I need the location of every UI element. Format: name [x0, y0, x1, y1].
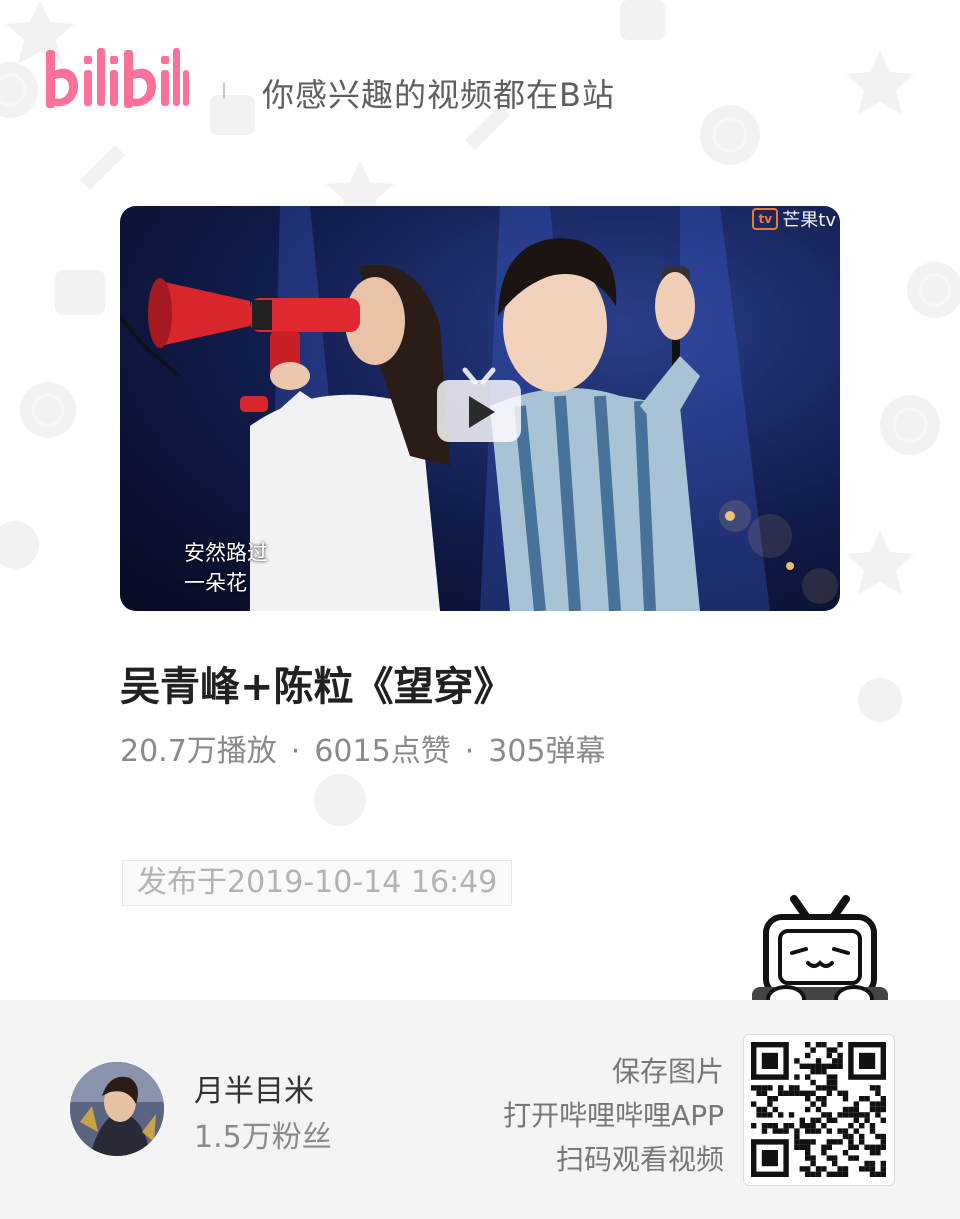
- watermark: tv 芒果tv: [752, 206, 836, 232]
- qr-code-pattern: [751, 1042, 886, 1177]
- uploader-name[interactable]: 月半目米: [194, 1066, 314, 1110]
- open-app-hint: 打开哔哩哔哩APP: [503, 1099, 724, 1132]
- footer: 月半目米 1.5万粉丝 保存图片 打开哔哩哔哩APP 扫码观看视频: [0, 1000, 960, 1219]
- like-count: 6015点赞: [314, 734, 451, 769]
- watermark-text: 芒果tv: [782, 210, 836, 231]
- scan-qr-hint: 扫码观看视频: [555, 1143, 724, 1176]
- stats-separator: ·: [464, 734, 475, 769]
- danmaku-count: 305弹幕: [488, 734, 606, 769]
- video-cover[interactable]: tv 芒果tv 安然路过 一朵花: [120, 206, 840, 611]
- qr-code[interactable]: [743, 1034, 895, 1186]
- mango-tv-icon: tv: [752, 208, 779, 230]
- stats-separator: ·: [290, 734, 301, 769]
- video-subtitle-line: 安然路过: [184, 541, 268, 565]
- header-divider: [223, 83, 225, 99]
- play-icon[interactable]: [435, 366, 523, 446]
- header-tagline: 你感兴趣的视频都在B站: [262, 76, 615, 114]
- save-image-hint: 保存图片: [611, 1055, 724, 1088]
- uploader-avatar[interactable]: [70, 1062, 164, 1156]
- play-count: 20.7万播放: [120, 734, 277, 769]
- tv-mascot-icon: [752, 895, 888, 1013]
- bilibili-logo: [46, 48, 189, 108]
- video-title[interactable]: 吴青峰+陈粒《望穿》: [120, 654, 514, 712]
- video-subtitle-line: 一朵花: [184, 571, 247, 595]
- header: 你感兴趣的视频都在B站: [44, 40, 924, 120]
- video-stats: 20.7万播放 · 6015点赞 · 305弹幕: [120, 726, 606, 770]
- uploader-fans: 1.5万粉丝: [194, 1120, 332, 1155]
- publish-date: 发布于2019-10-14 16:49: [122, 860, 513, 906]
